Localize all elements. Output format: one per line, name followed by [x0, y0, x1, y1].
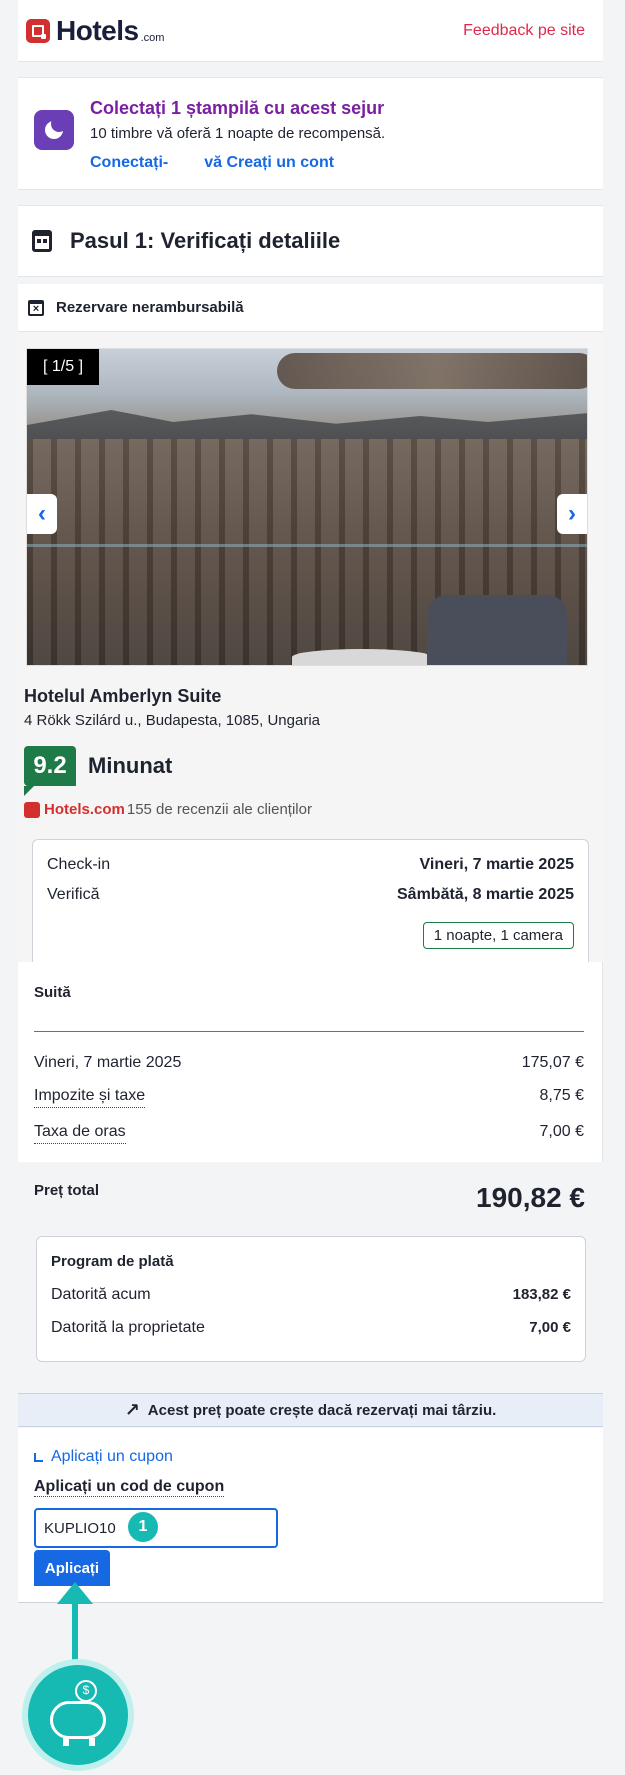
step-header: Pasul 1: Verificați detaliile: [18, 205, 603, 277]
stay-summary-badge: 1 noapte, 1 camera: [422, 922, 574, 949]
photo-counter: [ 1/5 ]: [27, 349, 99, 385]
checkout-value: Sâmbătă, 8 martie 2025: [397, 886, 574, 903]
hotels-logo-icon: [26, 18, 50, 43]
checkin-value: Vineri, 7 martie 2025: [419, 856, 574, 873]
chevron-left-icon[interactable]: ‹: [27, 494, 57, 534]
checkout-label: Verifică: [47, 886, 100, 903]
price-breakdown: Suită Vineri, 7 martie 2025 175,07 € Imp…: [18, 962, 603, 1162]
hotels-logo-icon: [24, 801, 40, 818]
hotel-card: [ 1/5 ] ‹ › Hotelul Amberlyn Suite 4 Rök…: [18, 334, 603, 964]
apply-coupon-button[interactable]: Aplicați: [34, 1550, 110, 1586]
divider: [34, 1031, 584, 1032]
signin-link[interactable]: Conectați-: [90, 154, 168, 172]
refund-label: Rezervare nerambursabilă: [56, 299, 244, 316]
hotel-address: 4 Rökk Szilárd u., Budapesta, 1085, Unga…: [24, 712, 321, 729]
hotel-name: Hotelul Amberlyn Suite: [24, 686, 222, 706]
price-notice-text: Acest preț poate crește dacă rezervați m…: [147, 1401, 497, 1419]
chevron-up-icon: [34, 1452, 43, 1462]
piggy-bank-icon: [28, 1665, 128, 1765]
due-at-property-value: 7,00 €: [529, 1319, 571, 1336]
rating-score: 9.2: [24, 746, 76, 796]
step-title: Pasul 1: Verificați detaliile: [70, 228, 341, 253]
step-badge: 1: [128, 1512, 158, 1542]
loyalty-title: Colectați 1 ștampilă cu acest sejur: [90, 98, 385, 118]
city-tax-tooltip[interactable]: Taxa de oras: [34, 1123, 126, 1144]
feedback-link[interactable]: Feedback pe site: [463, 22, 585, 40]
calendar-x-icon: ×: [28, 299, 44, 316]
top-header: Hotels .com Feedback pe site: [18, 0, 603, 62]
annotation-arrow: [72, 1590, 78, 1670]
create-account-link[interactable]: vă Creați un cont: [204, 154, 334, 172]
rating-word: Minunat: [88, 753, 173, 778]
trend-up-icon: ↗: [124, 1399, 140, 1420]
coupon-section: Aplicați un cupon Aplicați un cod de cup…: [18, 1428, 603, 1603]
loyalty-banner: Colectați 1 ștampilă cu acest sejur 10 t…: [18, 77, 603, 190]
reviews-link[interactable]: Hotels.com 155 de recenzii ale cliențilo…: [24, 801, 312, 818]
rating: 9.2 Minunat: [24, 746, 173, 796]
logo-text: Hotels: [56, 14, 139, 46]
review-count: 155 de recenzii ale clienților: [126, 801, 312, 818]
loyalty-subtitle: 10 timbre vă oferă 1 noapte de recompens…: [90, 125, 386, 142]
refund-policy: × Rezervare nerambursabilă: [18, 284, 603, 332]
price-line-value: 175,07 €: [521, 1054, 584, 1071]
total-label: Preț total: [34, 1182, 100, 1199]
due-at-property-label: Datorită la proprietate: [51, 1319, 205, 1336]
payment-schedule-card: Program de plată Datorită acum 183,82 € …: [36, 1236, 586, 1362]
chevron-right-icon[interactable]: ›: [557, 494, 587, 534]
coupon-toggle-label: Aplicați un cupon: [51, 1448, 173, 1465]
hotels-logo[interactable]: Hotels .com: [26, 15, 164, 47]
stay-dates-card: Check-in Vineri, 7 martie 2025 Verifică …: [32, 839, 589, 964]
coupon-toggle[interactable]: Aplicați un cupon: [34, 1448, 587, 1466]
taxes-tooltip[interactable]: Impozite și taxe: [34, 1087, 146, 1108]
due-now-value: 183,82 €: [512, 1286, 571, 1303]
coupon-field-label: Aplicați un cod de cupon: [34, 1478, 225, 1497]
checkin-label: Check-in: [47, 856, 111, 873]
review-brand: Hotels.com: [44, 801, 125, 818]
total-value: 190,82 €: [476, 1182, 585, 1213]
price-line-label: Vineri, 7 martie 2025: [34, 1054, 182, 1071]
price-line-value: 7,00 €: [539, 1123, 584, 1140]
payment-schedule-title: Program de plată: [51, 1253, 174, 1270]
calendar-icon: [32, 230, 52, 252]
hotel-photo[interactable]: [ 1/5 ] ‹ ›: [26, 348, 588, 666]
room-type: Suită: [34, 984, 71, 1001]
price-line-value: 8,75 €: [539, 1087, 584, 1104]
logo-suffix: .com: [140, 31, 165, 44]
total-section: Preț total 190,82 € Program de plată Dat…: [18, 1162, 603, 1392]
due-now-label: Datorită acum: [51, 1286, 151, 1303]
moon-icon: [34, 110, 74, 150]
price-notice: ↗ Acest preț poate crește dacă rezervați…: [18, 1393, 603, 1427]
